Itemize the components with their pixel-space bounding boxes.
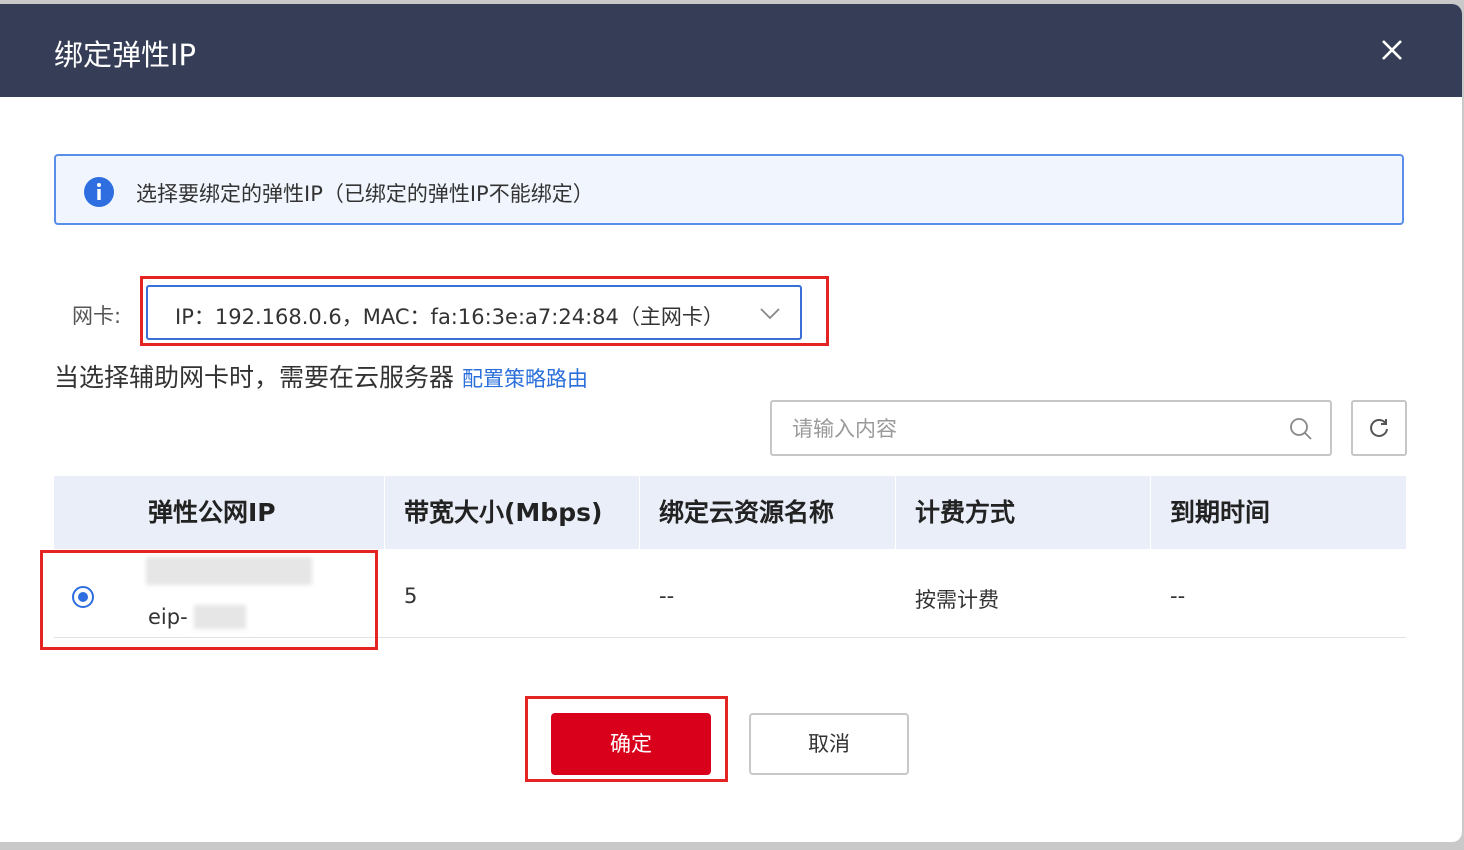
bind-eip-dialog: 绑定弹性IP 选择要绑定的弹性IP（已绑定的弹性IP不能绑定） 网卡: IP：1… (0, 4, 1462, 842)
row-select-radio[interactable] (72, 586, 94, 608)
column-header: 计费方式 (915, 498, 1016, 527)
column-divider (1150, 476, 1151, 549)
refresh-button[interactable] (1351, 400, 1407, 456)
redacted-name (194, 605, 246, 629)
dialog-title: 绑定弹性IP (54, 38, 197, 72)
chevron-down-icon (760, 308, 780, 320)
billing-cell: 按需计费 (915, 588, 999, 612)
column-header: 弹性公网IP (148, 498, 276, 527)
column-divider (895, 476, 896, 549)
search-input[interactable] (790, 410, 1284, 448)
policy-route-link[interactable]: 配置策略路由 (462, 367, 588, 391)
expire-cell: -- (1170, 584, 1186, 608)
cancel-button[interactable]: 取消 (749, 713, 909, 775)
info-text: 选择要绑定的弹性IP（已绑定的弹性IP不能绑定） (136, 182, 594, 206)
secondary-nic-hint: 当选择辅助网卡时，需要在云服务器 配置策略路由 (54, 358, 588, 394)
hint-text: 当选择辅助网卡时，需要在云服务器 (54, 363, 462, 392)
confirm-button[interactable]: 确定 (551, 713, 711, 775)
dialog-header: 绑定弹性IP (0, 4, 1462, 97)
info-icon (84, 177, 114, 207)
eip-name: eip- (148, 605, 188, 629)
bandwidth-cell: 5 (404, 584, 418, 608)
close-icon[interactable] (1376, 34, 1408, 66)
nic-select[interactable]: IP：192.168.0.6，MAC：fa:16:3e:a7:24:84（主网卡… (146, 285, 802, 340)
resource-cell: -- (659, 584, 675, 608)
refresh-icon (1370, 419, 1388, 437)
column-header: 带宽大小(Mbps) (404, 498, 603, 527)
radio-dot (78, 592, 88, 602)
column-header: 到期时间 (1170, 498, 1271, 527)
info-banner: 选择要绑定的弹性IP（已绑定的弹性IP不能绑定） (54, 154, 1404, 225)
table-header: 弹性公网IP 带宽大小(Mbps) 绑定云资源名称 计费方式 到期时间 (54, 476, 1406, 549)
column-divider (384, 476, 385, 549)
redacted-ip (146, 557, 312, 585)
column-divider (639, 476, 640, 549)
nic-label: 网卡: (72, 304, 122, 328)
nic-selected-value: IP：192.168.0.6，MAC：fa:16:3e:a7:24:84（主网卡… (175, 305, 724, 329)
column-header: 绑定云资源名称 (659, 498, 835, 527)
table-row[interactable]: eip- 5 -- 按需计费 -- (54, 549, 1406, 638)
search-box (770, 400, 1332, 456)
search-icon[interactable] (1288, 416, 1314, 442)
